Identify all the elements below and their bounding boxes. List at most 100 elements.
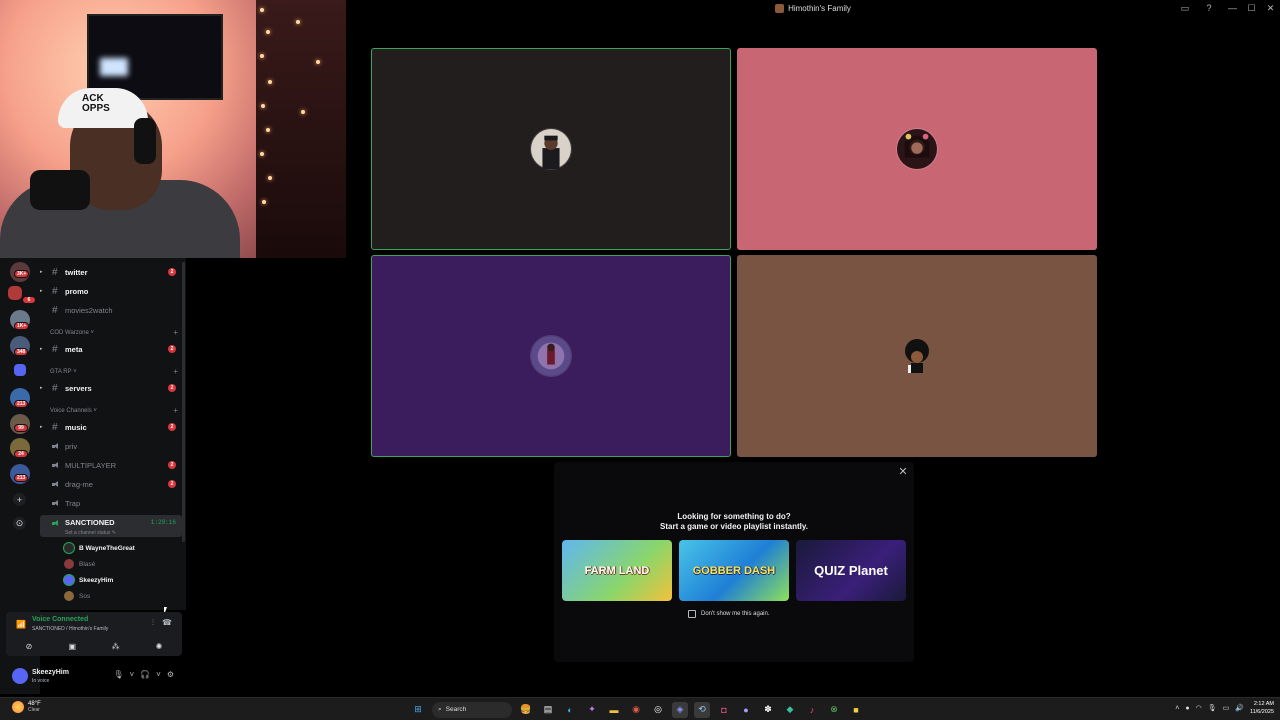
search-icon: ⌕ <box>438 705 442 713</box>
steam-icon[interactable]: ⟲ <box>694 701 710 718</box>
mention-badge: 213 <box>14 474 29 482</box>
discover-icon[interactable]: ⊙ <box>13 517 26 530</box>
close-icon[interactable]: ✕ <box>896 464 910 478</box>
voice-member[interactable]: SkeezyHim <box>64 573 182 587</box>
category-cod-warzone[interactable]: COD Warzone ˅ <box>50 330 94 336</box>
voice-channel-multiplayer[interactable]: MULTIPLAYER 2 <box>40 458 182 472</box>
add-channel-icon[interactable]: + <box>173 406 178 415</box>
discord-icon[interactable]: ◈ <box>672 701 688 718</box>
gear-icon[interactable]: ⚙ <box>167 670 174 679</box>
mention-badge: 348 <box>14 348 29 356</box>
inbox-icon[interactable]: ▭ <box>1178 1 1192 15</box>
username[interactable]: SkeezyHim <box>32 669 69 676</box>
channel-twitter[interactable]: ▸ # twitter 2 <box>40 265 182 279</box>
mention-badge: 99 <box>14 424 28 432</box>
volume-icon[interactable]: 🔊 <box>1235 704 1244 712</box>
avatar <box>64 575 74 585</box>
xbox-icon[interactable]: ⊗ <box>826 702 842 718</box>
chevron-down-icon[interactable]: ˅ <box>156 670 161 679</box>
disconnect-icon[interactable]: ☎ <box>162 618 172 628</box>
channel-servers[interactable]: ▸ # servers 2 <box>40 381 182 395</box>
close-button[interactable]: ✕ <box>1261 0 1280 16</box>
weather-widget[interactable]: 48°F Clear <box>12 701 41 713</box>
folder-icon[interactable] <box>14 364 26 376</box>
channel-status[interactable]: Set a channel status ✎ <box>65 530 116 536</box>
voice-channel-trap[interactable]: Trap <box>40 496 182 510</box>
channel-promo[interactable]: ▸ # promo <box>40 284 182 298</box>
add-channel-icon[interactable]: + <box>173 367 178 376</box>
network-icon[interactable]: ▭ <box>1223 704 1230 712</box>
activities-button[interactable]: ⁂ <box>97 639 135 653</box>
file-explorer-icon[interactable]: ▬ <box>606 702 622 718</box>
chevron-up-icon[interactable]: ˄ <box>1175 705 1179 712</box>
edge-icon[interactable]: ◐ <box>562 702 578 718</box>
game-card-gobber-dash[interactable]: GOBBER DASH <box>679 540 789 601</box>
chrome-icon[interactable]: ◉ <box>628 702 644 718</box>
soundboard-button[interactable]: ✺ <box>140 639 178 653</box>
app-icon[interactable]: ◆ <box>782 702 798 718</box>
obs-icon[interactable]: ● <box>738 702 754 718</box>
sticky-notes-icon[interactable]: ■ <box>848 702 864 718</box>
chevron-down-icon[interactable]: ˅ <box>130 670 135 679</box>
instagram-icon[interactable]: ◘ <box>716 702 732 718</box>
microphone-icon[interactable]: 🎙 <box>113 670 123 679</box>
tiktok-icon[interactable]: ♪ <box>804 702 820 718</box>
hash-icon: # <box>52 285 58 297</box>
dont-show-checkbox[interactable] <box>688 610 696 618</box>
minimize-button[interactable]: — <box>1223 0 1242 16</box>
mic-tray-icon[interactable]: 🎙 <box>1208 704 1217 712</box>
signal-icon[interactable]: 📶 <box>16 620 26 629</box>
help-icon[interactable]: ? <box>1202 1 1216 15</box>
headphones-icon[interactable]: 🎧 <box>140 670 150 679</box>
tray-app-icon[interactable]: ● <box>1185 705 1189 712</box>
hash-icon: # <box>52 343 58 355</box>
hash-icon: # <box>52 266 58 278</box>
game-card-quiz-planet[interactable]: QUIZ Planet <box>796 540 906 601</box>
system-tray: ˄ ● ◠ 🎙 ▭ 🔊 2:12 AM 11/6/2025 <box>1175 700 1274 716</box>
chatgpt-icon[interactable]: ✽ <box>760 702 776 718</box>
call-tile[interactable] <box>371 255 731 457</box>
github-icon[interactable]: ◎ <box>650 702 666 718</box>
camera-off-button[interactable]: ⊘ <box>10 639 48 653</box>
popup-heading: Looking for something to do? <box>677 512 791 521</box>
call-tile[interactable] <box>737 48 1097 250</box>
channel-meta[interactable]: ▸ # meta 2 <box>40 342 182 356</box>
search-input[interactable]: ⌕ Search <box>432 701 512 718</box>
call-timer: 1:29:16 <box>150 519 176 526</box>
category-gta-rp[interactable]: GTA RP ˅ <box>50 369 77 375</box>
wifi-icon[interactable]: ◠ <box>1196 704 1202 712</box>
game-card-farm-land[interactable]: FARM LAND <box>562 540 672 601</box>
maximize-button[interactable]: ☐ <box>1242 0 1261 16</box>
channel-scrollbar[interactable] <box>182 262 185 542</box>
task-view-icon[interactable]: ▤ <box>540 702 556 718</box>
screen-share-button[interactable]: ▣ <box>53 639 91 653</box>
noise-suppression-icon[interactable]: ⫶ <box>152 618 154 628</box>
server-icon[interactable] <box>8 286 22 300</box>
participant-avatar[interactable] <box>896 128 938 170</box>
headphones <box>134 118 156 164</box>
user-panel: SkeezyHim In voice 🎙 ˅ 🎧 ˅ ⚙ <box>6 660 182 692</box>
voice-member[interactable]: Sos <box>64 589 182 603</box>
participant-avatar[interactable] <box>530 335 572 377</box>
unread-badge: 2 <box>168 268 176 276</box>
copilot-icon[interactable]: ✦ <box>584 702 600 718</box>
speaker-icon <box>52 480 61 489</box>
voice-channel-priv[interactable]: priv <box>40 439 182 453</box>
participant-avatar[interactable] <box>896 335 938 377</box>
voice-channel-drag-me[interactable]: drag-me 2 <box>40 477 182 491</box>
avatar[interactable] <box>12 668 28 684</box>
clock[interactable]: 2:12 AM 11/6/2025 <box>1250 700 1274 716</box>
start-icon[interactable]: ⊞ <box>410 702 426 718</box>
voice-connected-channel[interactable]: SANCTIONED / Himothin's Family <box>32 626 108 632</box>
widget-icon[interactable]: 🍔 <box>518 702 534 718</box>
add-server-icon[interactable]: + <box>13 493 26 506</box>
channel-music[interactable]: ▸ # music 2 <box>40 420 182 434</box>
call-tile[interactable] <box>371 48 731 250</box>
category-voice-channels[interactable]: Voice Channels ˅ <box>50 408 97 414</box>
voice-member[interactable]: Blasé <box>64 557 182 571</box>
channel-movies2watch[interactable]: # movies2watch <box>40 303 182 317</box>
add-channel-icon[interactable]: + <box>173 328 178 337</box>
call-tile[interactable] <box>737 255 1097 457</box>
participant-avatar[interactable] <box>530 128 572 170</box>
voice-member[interactable]: B WayneTheGreat <box>64 541 182 555</box>
